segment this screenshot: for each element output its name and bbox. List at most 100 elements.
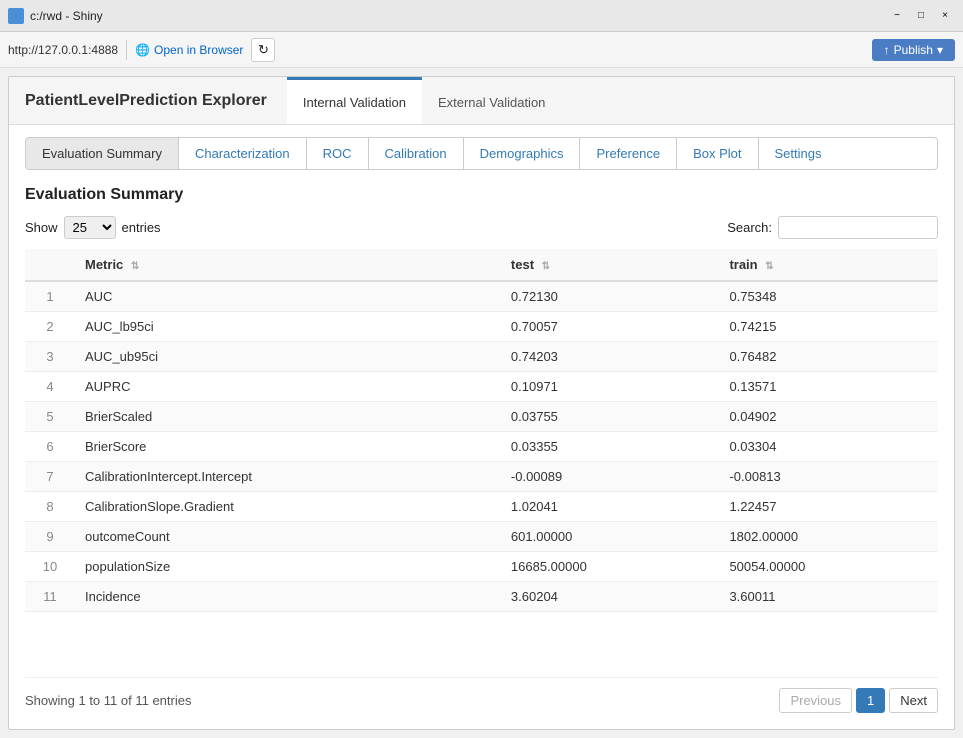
tab-demographics[interactable]: Demographics: [464, 138, 581, 169]
cell-test: 16685.00000: [501, 552, 720, 582]
toolbar: http://127.0.0.1:4888 🌐 Open in Browser …: [0, 32, 963, 68]
publish-chevron-icon: ▾: [937, 43, 943, 57]
close-button[interactable]: ×: [935, 6, 955, 26]
showing-info: Showing 1 to 11 of 11 entries: [25, 693, 779, 708]
cell-metric: BrierScaled: [75, 402, 501, 432]
cell-train: 0.04902: [719, 402, 938, 432]
cell-metric: Incidence: [75, 582, 501, 612]
search-label: Search:: [727, 220, 772, 235]
publish-button[interactable]: ↑ Publish ▾: [872, 39, 955, 61]
cell-num: 7: [25, 462, 75, 492]
cell-num: 2: [25, 312, 75, 342]
cell-num: 3: [25, 342, 75, 372]
show-entries-select[interactable]: 25 10 50 100: [64, 216, 116, 239]
cell-test: 0.03755: [501, 402, 720, 432]
cell-train: 0.03304: [719, 432, 938, 462]
minimize-button[interactable]: −: [887, 6, 907, 26]
next-button[interactable]: Next: [889, 688, 938, 713]
maximize-button[interactable]: □: [911, 6, 931, 26]
table-row: 4AUPRC0.109710.13571: [25, 372, 938, 402]
window-title: c:/rwd - Shiny: [30, 9, 887, 23]
cell-num: 5: [25, 402, 75, 432]
tab-evaluation-summary[interactable]: Evaluation Summary: [26, 138, 179, 169]
cell-num: 4: [25, 372, 75, 402]
cell-test: 0.03355: [501, 432, 720, 462]
cell-train: -0.00813: [719, 462, 938, 492]
cell-metric: CalibrationSlope.Gradient: [75, 492, 501, 522]
pagination: Previous 1 Next: [779, 688, 938, 713]
col-test[interactable]: test ⇅: [501, 249, 720, 281]
table-row: 9outcomeCount601.000001802.00000: [25, 522, 938, 552]
toolbar-separator: [126, 40, 127, 60]
cell-train: 0.74215: [719, 312, 938, 342]
cell-metric: AUC_ub95ci: [75, 342, 501, 372]
tab-boxplot[interactable]: Box Plot: [677, 138, 758, 169]
cell-num: 6: [25, 432, 75, 462]
open-browser-label: Open in Browser: [154, 43, 243, 57]
cell-train: 1.22457: [719, 492, 938, 522]
table-container: Metric ⇅ test ⇅ train ⇅ 1AUC: [25, 249, 938, 673]
entries-label: entries: [122, 220, 161, 235]
evaluation-table: Metric ⇅ test ⇅ train ⇅ 1AUC: [25, 249, 938, 612]
cell-num: 1: [25, 281, 75, 312]
search-input[interactable]: [778, 216, 938, 239]
cell-metric: CalibrationIntercept.Intercept: [75, 462, 501, 492]
cell-num: 9: [25, 522, 75, 552]
tab-preference[interactable]: Preference: [580, 138, 677, 169]
table-row: 5BrierScaled0.037550.04902: [25, 402, 938, 432]
table-row: 8CalibrationSlope.Gradient1.020411.22457: [25, 492, 938, 522]
nav-tab-internal[interactable]: Internal Validation: [287, 77, 422, 124]
publish-icon: ↑: [884, 43, 890, 57]
table-row: 1AUC0.721300.75348: [25, 281, 938, 312]
train-sort-icon: ⇅: [765, 261, 773, 272]
open-in-browser-link[interactable]: 🌐 Open in Browser: [135, 43, 243, 57]
metric-sort-icon: ⇅: [131, 261, 139, 272]
app-icon: [8, 8, 24, 24]
cell-metric: outcomeCount: [75, 522, 501, 552]
tab-characterization[interactable]: Characterization: [179, 138, 307, 169]
app-title: PatientLevelPrediction Explorer: [25, 77, 267, 124]
app-header: PatientLevelPrediction Explorer Internal…: [9, 77, 954, 125]
tab-calibration[interactable]: Calibration: [369, 138, 464, 169]
cell-num: 11: [25, 582, 75, 612]
refresh-icon: ↻: [258, 42, 269, 58]
publish-label: Publish: [894, 43, 933, 57]
url-display: http://127.0.0.1:4888: [8, 43, 118, 57]
cell-train: 0.76482: [719, 342, 938, 372]
cell-train: 0.13571: [719, 372, 938, 402]
titlebar: c:/rwd - Shiny − □ ×: [0, 0, 963, 32]
cell-test: 0.70057: [501, 312, 720, 342]
table-row: 11Incidence3.602043.60011: [25, 582, 938, 612]
cell-metric: populationSize: [75, 552, 501, 582]
nav-tab-external[interactable]: External Validation: [422, 77, 561, 124]
cell-test: -0.00089: [501, 462, 720, 492]
controls-row: Show 25 10 50 100 entries Search:: [25, 216, 938, 239]
cell-test: 0.72130: [501, 281, 720, 312]
previous-button[interactable]: Previous: [779, 688, 852, 713]
tab-settings[interactable]: Settings: [759, 138, 838, 169]
page-1-button[interactable]: 1: [856, 688, 885, 713]
tab-roc[interactable]: ROC: [307, 138, 369, 169]
table-row: 3AUC_ub95ci0.742030.76482: [25, 342, 938, 372]
table-row: 2AUC_lb95ci0.700570.74215: [25, 312, 938, 342]
section-heading: Evaluation Summary: [25, 186, 938, 204]
cell-test: 0.10971: [501, 372, 720, 402]
cell-test: 0.74203: [501, 342, 720, 372]
col-train[interactable]: train ⇅: [719, 249, 938, 281]
test-sort-icon: ⇅: [542, 261, 550, 272]
col-num: [25, 249, 75, 281]
cell-metric: AUC_lb95ci: [75, 312, 501, 342]
cell-metric: BrierScore: [75, 432, 501, 462]
content-area: Evaluation Summary Characterization ROC …: [9, 125, 954, 729]
refresh-button[interactable]: ↻: [251, 38, 275, 62]
window-controls: − □ ×: [887, 6, 955, 26]
cell-test: 601.00000: [501, 522, 720, 552]
cell-metric: AUC: [75, 281, 501, 312]
cell-train: 0.75348: [719, 281, 938, 312]
table-footer: Showing 1 to 11 of 11 entries Previous 1…: [25, 677, 938, 717]
col-metric[interactable]: Metric ⇅: [75, 249, 501, 281]
sub-tabs: Evaluation Summary Characterization ROC …: [25, 137, 938, 170]
show-label: Show: [25, 220, 58, 235]
cell-metric: AUPRC: [75, 372, 501, 402]
cell-num: 8: [25, 492, 75, 522]
